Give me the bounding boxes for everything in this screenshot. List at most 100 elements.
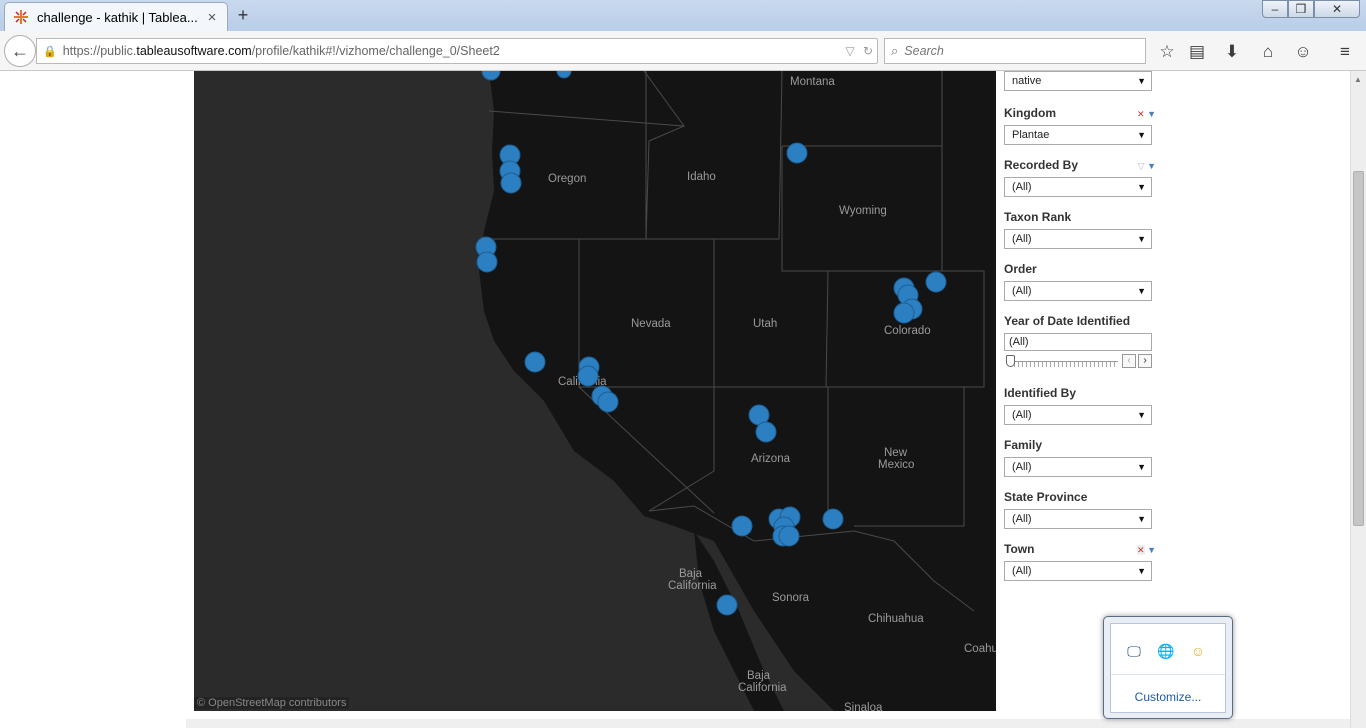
identified-by-select-value: (All)	[1012, 409, 1032, 421]
page-scrollbar[interactable]: ▲	[1350, 71, 1366, 728]
bookmark-star-icon[interactable]: ☆	[1156, 41, 1178, 63]
dropdown-arrow-icon: ▼	[1137, 182, 1146, 192]
filter-taxon-rank: Taxon Rank (All) ▼	[1004, 209, 1156, 249]
dropdown-arrow-icon: ▼	[1137, 130, 1146, 140]
window-close-button[interactable]: ✕	[1314, 0, 1360, 18]
native-select[interactable]: native ▼	[1004, 71, 1152, 91]
slider-thumb[interactable]	[1006, 355, 1015, 367]
map-point[interactable]	[925, 271, 947, 293]
filter-identified-by: Identified By (All) ▼	[1004, 385, 1156, 425]
map-point[interactable]	[786, 142, 808, 164]
new-tab-button[interactable]: +	[233, 5, 253, 25]
map-point[interactable]	[778, 525, 800, 547]
monitor-icon[interactable]: 🖵	[1125, 642, 1143, 660]
dropdown-arrow-icon: ▼	[1137, 410, 1146, 420]
scroll-up-icon[interactable]: ▲	[1354, 75, 1362, 84]
dropdown-arrow-icon: ▼	[1137, 514, 1146, 524]
filter-town: Town ✕ ▼ (All) ▼	[1004, 541, 1156, 581]
kingdom-select-value: Plantae	[1012, 129, 1050, 141]
filter-native: native ▼	[1004, 71, 1156, 91]
slider-next-button[interactable]: ›	[1138, 354, 1152, 368]
filter-label: State Province	[1004, 490, 1088, 504]
map-label-chihuahua: Chihuahua	[868, 613, 924, 625]
family-select[interactable]: (All) ▼	[1004, 457, 1152, 477]
clear-filter-icon[interactable]: ✕ ▼	[1137, 106, 1156, 122]
recorded-by-select-value: (All)	[1012, 181, 1032, 193]
map-point[interactable]	[500, 172, 522, 194]
smiley-icon[interactable]: ☺	[1189, 642, 1207, 660]
search-bar[interactable]: ⌕ Search	[884, 38, 1146, 64]
map-label-new: New	[884, 447, 908, 459]
year-slider[interactable]: ‹ ›	[1004, 354, 1152, 370]
map-point[interactable]	[476, 251, 498, 273]
clear-filter-icon[interactable]: ✕ ▼	[1137, 542, 1156, 558]
taxon-rank-select[interactable]: (All) ▼	[1004, 229, 1152, 249]
town-select[interactable]: (All) ▼	[1004, 561, 1152, 581]
taxon-rank-select-value: (All)	[1012, 233, 1032, 245]
filter-order: Order (All) ▼	[1004, 261, 1156, 301]
tab-close-icon[interactable]: ×	[205, 9, 219, 26]
filter-state-province: State Province (All) ▼	[1004, 489, 1156, 529]
tray-separator	[1111, 674, 1225, 675]
map-label-mexico: Mexico	[878, 459, 914, 471]
filter-funnel-icon[interactable]: ▽ ▼	[1138, 158, 1156, 174]
state-province-select[interactable]: (All) ▼	[1004, 509, 1152, 529]
scroll-thumb[interactable]	[1353, 171, 1364, 526]
map-label-colorado: Colorado	[884, 325, 931, 337]
reading-list-icon[interactable]: ▤	[1186, 41, 1208, 63]
map-point[interactable]	[524, 351, 546, 373]
order-select[interactable]: (All) ▼	[1004, 281, 1152, 301]
map-point[interactable]	[755, 421, 777, 443]
dropdown-arrow-icon: ▼	[1137, 462, 1146, 472]
chat-icon[interactable]: ☺	[1292, 41, 1314, 63]
map-canvas[interactable]: Montana Oregon Idaho Wyoming Nevada Utah…	[194, 71, 996, 711]
map-attribution[interactable]: © OpenStreetMap contributors	[194, 697, 350, 709]
map-label-baja-california-sur: California	[738, 682, 787, 694]
window-maximize-button[interactable]: ❒	[1288, 0, 1314, 18]
map-point[interactable]	[893, 302, 915, 324]
home-icon[interactable]: ⌂	[1257, 41, 1279, 63]
dropdown-arrow-icon[interactable]: ▽	[841, 44, 859, 58]
map-point[interactable]	[716, 594, 738, 616]
menu-icon[interactable]: ≡	[1334, 41, 1356, 63]
window-minimize-button[interactable]: –	[1262, 0, 1288, 18]
download-icon[interactable]: ⬇	[1221, 41, 1243, 63]
search-input[interactable]: Search	[904, 44, 944, 58]
reload-icon[interactable]: ↻	[859, 44, 877, 58]
customize-link[interactable]: Customize...	[1111, 690, 1225, 704]
filter-kingdom: Kingdom ✕ ▼ Plantae ▼	[1004, 105, 1156, 145]
map-label-nevada: Nevada	[631, 318, 671, 330]
filter-label: Taxon Rank	[1004, 210, 1072, 224]
lock-icon: 🔒	[43, 45, 57, 58]
family-select-value: (All)	[1012, 461, 1032, 473]
network-globe-icon[interactable]: 🌐	[1157, 642, 1175, 660]
recorded-by-select[interactable]: (All) ▼	[1004, 177, 1152, 197]
map-label-baja-sur: Baja	[747, 670, 771, 682]
order-select-value: (All)	[1012, 285, 1032, 297]
browser-title-bar: challenge - kathik | Tablea... × + – ❒ ✕	[0, 0, 1366, 31]
filter-label: Recorded By ▽ ▼	[1004, 158, 1156, 174]
dropdown-arrow-icon: ▼	[1137, 234, 1146, 244]
filter-label: Family	[1004, 438, 1043, 452]
filters-panel: native ▼ Kingdom ✕ ▼ Plantae ▼ Recorded …	[1004, 71, 1164, 591]
kingdom-select[interactable]: Plantae ▼	[1004, 125, 1152, 145]
map-viz[interactable]: Montana Oregon Idaho Wyoming Nevada Utah…	[194, 71, 996, 711]
map-point[interactable]	[822, 508, 844, 530]
native-select-value: native	[1012, 75, 1042, 87]
map-label-wyoming: Wyoming	[839, 205, 887, 217]
page-footer-strip	[186, 719, 1350, 728]
slider-prev-button[interactable]: ‹	[1122, 354, 1136, 368]
year-identified-input[interactable]: (All)	[1004, 333, 1152, 351]
map-point[interactable]	[597, 391, 619, 413]
filter-label: Kingdom ✕ ▼	[1004, 106, 1156, 122]
map-label-baja: Baja	[679, 568, 703, 580]
dropdown-arrow-icon: ▼	[1137, 286, 1146, 296]
map-label-idaho: Idaho	[687, 171, 716, 183]
filter-label: Town ✕ ▼	[1004, 542, 1156, 558]
map-point[interactable]	[577, 365, 599, 387]
map-point[interactable]	[731, 515, 753, 537]
browser-tab-active[interactable]: challenge - kathik | Tablea... ×	[4, 2, 228, 31]
url-bar[interactable]: 🔒 https://public.tableausoftware.com/pro…	[36, 38, 878, 64]
back-button[interactable]: ←	[4, 35, 36, 67]
identified-by-select[interactable]: (All) ▼	[1004, 405, 1152, 425]
